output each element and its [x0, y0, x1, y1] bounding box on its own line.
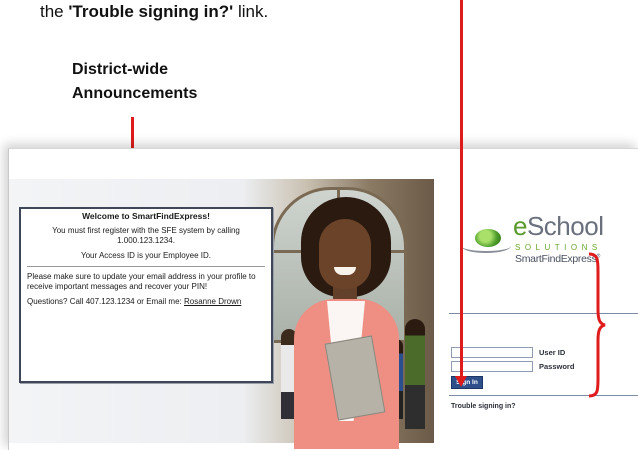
- announcement-box: Welcome to SmartFindExpress! You must fi…: [19, 207, 273, 383]
- user-id-label: User ID: [539, 348, 566, 357]
- caption-link-name: 'Trouble signing in?': [68, 2, 234, 21]
- caption-suffix: link.: [233, 2, 269, 21]
- logo-solutions: SOLUTIONS: [515, 243, 602, 252]
- announcement-register-text: You must first register with the SFE sys…: [52, 226, 240, 245]
- arrow-to-trouble-link-shaft: [460, 0, 463, 378]
- logo-brand: eSchool: [513, 211, 604, 242]
- announcement-access-id-text: Your Access ID is your Employee ID.: [81, 251, 211, 260]
- logo-brand-e: e: [513, 211, 527, 241]
- password-label: Password: [539, 362, 575, 371]
- caption-prefix: the: [40, 2, 69, 21]
- announcement-email-text: Please make sure to update your email ad…: [27, 272, 256, 291]
- curly-brace-icon: [588, 252, 606, 398]
- login-panel: eSchool SOLUTIONS SmartFindExpress® User…: [441, 149, 638, 450]
- trouble-signing-in-link[interactable]: Trouble signing in?: [451, 403, 516, 410]
- login-page-screenshot: Welcome to SmartFindExpress! You must fi…: [8, 148, 638, 450]
- panel-divider-bottom: [449, 395, 638, 396]
- contact-email-link[interactable]: Rosanne Drown: [184, 297, 241, 306]
- photo-teacher-face: [319, 219, 371, 289]
- panel-divider-top: [449, 313, 638, 314]
- eschool-globe-icon: [475, 229, 501, 247]
- questions-prefix: Questions? Call 407.123.1234 or Email me…: [27, 297, 184, 306]
- announcement-title: Welcome to SmartFindExpress!: [82, 211, 210, 221]
- announcements-caption: District-wide Announcements: [72, 61, 198, 102]
- announcement-divider: [27, 266, 265, 267]
- user-id-input[interactable]: [451, 347, 533, 358]
- announcement-questions-text: Questions? Call 407.123.1234 or Email me…: [27, 297, 265, 307]
- arrow-to-trouble-link-head: [455, 376, 467, 387]
- logo-product-text: SmartFindExpress: [515, 253, 597, 265]
- password-input[interactable]: [451, 361, 533, 372]
- instruction-caption: the 'Trouble signing in?' link.: [40, 2, 268, 22]
- logo-brand-rest: School: [526, 211, 604, 241]
- photo-child-right: [405, 319, 425, 429]
